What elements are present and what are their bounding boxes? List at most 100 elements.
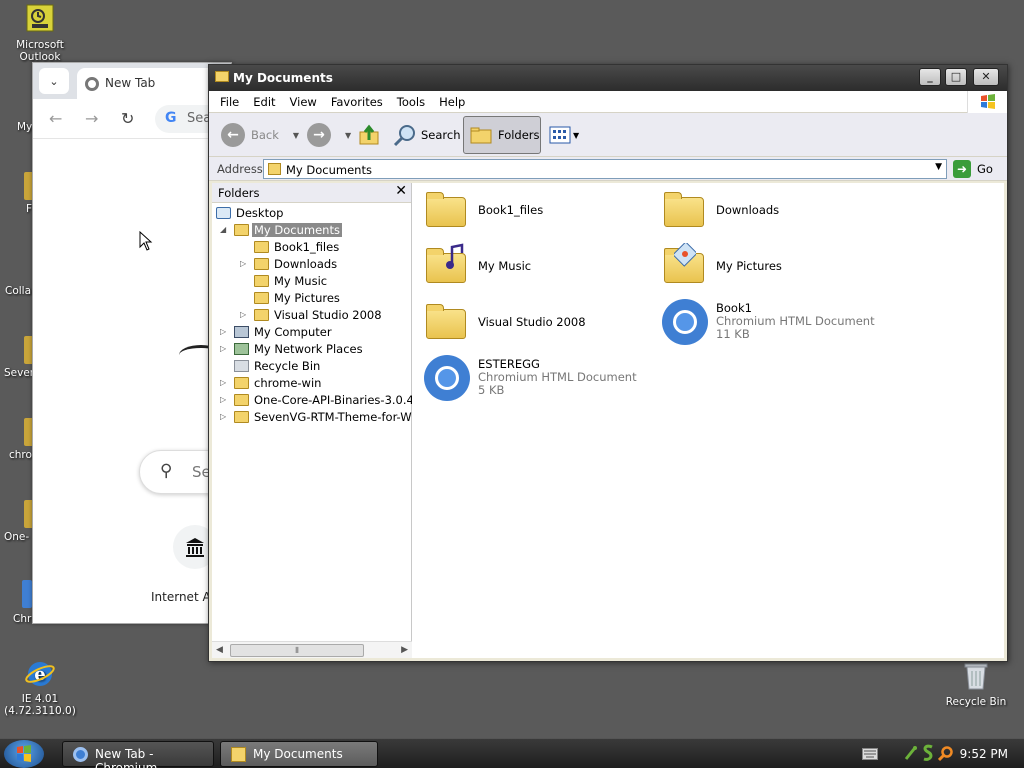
address-bar: Address My Documents ▼ ➜ Go (209, 157, 1007, 181)
partial-icon (22, 580, 32, 608)
expand-icon[interactable]: ▷ (220, 327, 226, 336)
menu-favorites[interactable]: Favorites (324, 91, 390, 109)
dropdown-arrow-icon[interactable]: ▼ (293, 131, 299, 140)
tree-item-chrome-win[interactable]: ▷ chrome-win (212, 375, 412, 392)
taskbar-item-my-documents[interactable]: My Documents (220, 741, 378, 767)
file-name: Book1_files (478, 203, 544, 217)
tree-item-my-computer[interactable]: ▷ My Computer (212, 324, 412, 341)
tools-icon[interactable] (904, 745, 918, 761)
tree-item-label: Recycle Bin (254, 359, 321, 373)
folder-icon (254, 241, 269, 253)
folders-button[interactable]: Folders (463, 116, 541, 154)
tree-item-my-documents[interactable]: ◢ My Documents (212, 222, 412, 239)
file-item-my-music[interactable]: My Music (420, 241, 656, 293)
tree-item-visual-studio-2008[interactable]: ▷ Visual Studio 2008 (212, 307, 412, 324)
desktop-partial-label: Sever (4, 367, 35, 379)
file-item-visual-studio-2008[interactable]: Visual Studio 2008 (420, 297, 656, 349)
file-item-book1[interactable]: Book1 Chromium HTML Document 11 KB (658, 297, 894, 349)
folder-icon (254, 309, 269, 321)
clock[interactable]: 9:52 PM (960, 747, 1008, 761)
file-name: My Music (478, 259, 532, 273)
recycle-bin-icon (234, 360, 249, 372)
tree-item-my-pictures[interactable]: My Pictures (212, 290, 412, 307)
scroll-right-icon[interactable]: ▶ (401, 645, 408, 655)
music-folder-icon (424, 243, 470, 289)
go-button[interactable]: ➜ Go (953, 159, 993, 179)
dropdown-arrow-icon[interactable]: ▼ (345, 131, 351, 140)
tree-item-label: Desktop (236, 206, 284, 220)
forward-button[interactable]: → ▼ (307, 119, 351, 151)
collapse-icon[interactable]: ◢ (220, 225, 226, 234)
file-type: Chromium HTML Document (716, 314, 875, 328)
dropdown-arrow-icon[interactable]: ▼ (935, 162, 942, 172)
folder-icon (268, 163, 281, 175)
search-label: Search (421, 128, 461, 142)
tree-item-sevenvg[interactable]: ▷ SevenVG-RTM-Theme-for-Winc (212, 409, 412, 426)
desktop-icon-recycle-bin[interactable]: Recycle Bin (936, 661, 1016, 708)
expand-icon[interactable]: ▷ (240, 310, 246, 319)
address-label: Address (217, 162, 263, 176)
tab-search-button[interactable]: ⌄ (39, 68, 69, 94)
music-folder-icon (254, 275, 269, 287)
file-name: My Pictures (716, 259, 782, 273)
scroll-left-icon[interactable]: ◀ (216, 645, 223, 655)
folder-icon (234, 377, 249, 389)
expand-icon[interactable]: ▷ (220, 412, 226, 421)
tree-item-desktop[interactable]: Desktop (212, 205, 412, 222)
maximize-button[interactable]: □ (945, 68, 967, 86)
tree-item-label: Book1_files (274, 240, 340, 254)
expand-icon[interactable]: ▷ (240, 259, 246, 268)
menu-view[interactable]: View (283, 91, 324, 109)
explorer-window[interactable]: My Documents _ □ ✕ File Edit View Favorites… (208, 64, 1008, 662)
menu-help[interactable]: Help (432, 91, 472, 109)
tree-item-label: My Documents (252, 223, 342, 237)
file-item-downloads[interactable]: Downloads (658, 185, 894, 237)
tree-item-one-core-api[interactable]: ▷ One-Core-API-Binaries-3.0.4 (212, 392, 412, 409)
back-button[interactable]: ← Back ▼ (221, 119, 299, 151)
tree-item-book1-files[interactable]: Book1_files (212, 239, 412, 256)
close-icon[interactable]: ✕ (395, 183, 407, 199)
window-titlebar[interactable]: My Documents _ □ ✕ (209, 65, 1007, 91)
file-size: 5 KB (478, 383, 505, 397)
scrollbar-thumb[interactable]: ⦀ (230, 644, 364, 657)
menu-bar: File Edit View Favorites Tools Help (209, 91, 1007, 113)
address-input[interactable]: My Documents ▼ (263, 159, 947, 179)
search-icon[interactable] (938, 746, 954, 762)
tree-item-label: My Music (274, 274, 328, 288)
file-item-esteregg[interactable]: ESTEREGG Chromium HTML Document 5 KB (420, 353, 656, 405)
explorer-body: Folders ✕ Desktop ◢ My Documents Book1_f… (212, 183, 1004, 658)
file-item-book1-files[interactable]: Book1_files (420, 185, 656, 237)
taskbar-item-chromium[interactable]: New Tab - Chromium (62, 741, 214, 768)
tree-item-my-network-places[interactable]: ▷ My Network Places (212, 341, 412, 358)
desktop-icon-outlook[interactable]: Microsoft Outlook (0, 4, 80, 63)
minimize-button[interactable]: _ (919, 68, 941, 86)
expand-icon[interactable]: ▷ (220, 344, 226, 353)
start-button[interactable] (4, 740, 44, 768)
file-item-my-pictures[interactable]: My Pictures (658, 241, 894, 293)
file-type: Chromium HTML Document (478, 370, 637, 384)
up-folder-button[interactable] (359, 119, 381, 151)
search-button[interactable]: Search (393, 119, 461, 151)
chromium-window[interactable]: ⌄ New Tab ← → ↻ G Sea ⚲ Se Internet A (32, 62, 232, 624)
tree-item-downloads[interactable]: ▷ Downloads (212, 256, 412, 273)
green-s-icon[interactable] (922, 744, 934, 762)
expand-icon[interactable]: ▷ (220, 395, 226, 404)
menu-tools[interactable]: Tools (390, 91, 432, 109)
views-button[interactable]: ▼ (549, 119, 579, 151)
reload-icon[interactable]: ↻ (121, 109, 134, 128)
desktop-icon-ie[interactable]: e IE 4.01 (4.72.3110.0) (0, 658, 80, 717)
keyboard-icon[interactable] (862, 748, 878, 760)
taskbar-item-label: My Documents (253, 747, 343, 761)
desktop-icon-label: IE 4.01 (4.72.3110.0) (4, 693, 76, 717)
menu-file[interactable]: File (213, 91, 246, 109)
expand-icon[interactable]: ▷ (220, 378, 226, 387)
menu-edit[interactable]: Edit (246, 91, 282, 109)
tree-item-recycle-bin[interactable]: Recycle Bin (212, 358, 412, 375)
folder-icon (234, 394, 249, 406)
horizontal-scrollbar[interactable]: ◀ ⦀ ▶ (212, 641, 412, 658)
close-button[interactable]: ✕ (973, 68, 999, 86)
forward-arrow-icon[interactable]: → (85, 109, 98, 128)
back-arrow-icon[interactable]: ← (49, 109, 62, 128)
tree-item-my-music[interactable]: My Music (212, 273, 412, 290)
desktop-partial-label: One- (4, 531, 30, 543)
